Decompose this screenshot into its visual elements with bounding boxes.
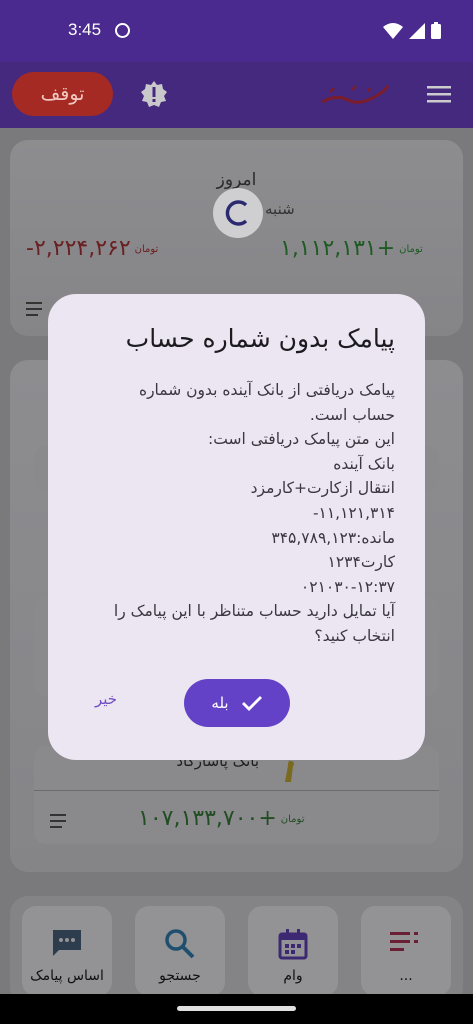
details-list-icon[interactable] <box>50 814 70 828</box>
today-label: امروز <box>216 170 257 190</box>
nav-sms-base[interactable]: اساس پیامک <box>22 906 112 996</box>
dialog-body: پیامک دریافتی از بانک آینده بدون شماره ح… <box>75 378 395 649</box>
loading-spinner-icon <box>213 188 263 238</box>
dialog-line: ۱۱,۱۲۱,۳۱۴- <box>312 503 395 522</box>
signal-icon <box>409 22 425 39</box>
dialog-line: پیامک دریافتی از بانک آینده بدون شماره <box>138 381 395 399</box>
dialog-line: بانک آینده <box>333 454 395 473</box>
nav-label: وام <box>283 968 303 984</box>
dialog-title: پیامک بدون شماره حساب <box>125 324 395 353</box>
home-gesture-handle[interactable] <box>177 1006 296 1011</box>
weekday-label: شنبه <box>265 200 295 218</box>
no-button[interactable]: خیر <box>88 690 124 716</box>
nav-search[interactable]: جستجو <box>135 906 225 996</box>
bottom-nav: اساس پیامک جستجو وام ... <box>10 896 463 1006</box>
wifi-icon <box>383 22 403 39</box>
income-amount: تومان+۱,۱۱۲,۱۳۱ <box>280 236 427 261</box>
dialog-line: حساب است. <box>309 405 395 424</box>
menu-icon[interactable] <box>427 84 451 104</box>
divider <box>34 790 439 791</box>
expense-currency: تومان <box>134 243 159 255</box>
dialog-line: آیا تمایل دارید حساب متناظر با این پیامک… <box>113 602 395 621</box>
dialog-line: انتقال ازکارت+کارمزد <box>250 479 395 498</box>
details-list-icon[interactable] <box>26 302 46 316</box>
dialog-line: مانده:۳۴۵,۷۸۹,۱۲۳ <box>271 528 395 547</box>
nav-label: اساس پیامک <box>30 968 104 984</box>
system-nav-bar <box>0 994 473 1024</box>
bank-logo-icon <box>285 760 294 782</box>
status-icons <box>383 22 441 39</box>
yes-button[interactable]: بله <box>184 679 290 727</box>
dialog-line: این متن پیامک دریافتی است: <box>208 430 395 449</box>
bank-amount-value: +۱۰۷,۱۳۳,۷۰۰ <box>138 806 277 831</box>
dialog-line: ۰۲۱۰۳۰-۱۲:۳۷ <box>300 577 395 596</box>
notification-icon <box>115 23 130 38</box>
bank-account-item[interactable]: بانک پاسارگاد تومان+۱۰۷,۱۳۳,۷۰۰ <box>34 746 439 844</box>
status-bar: 3:45 <box>0 0 473 62</box>
battery-icon <box>431 22 441 39</box>
nav-label: جستجو <box>159 968 201 984</box>
status-time: 3:45 <box>68 20 102 39</box>
app-logo <box>321 85 390 104</box>
check-icon <box>241 696 262 711</box>
dialog-line: کارت۱۲۳۴ <box>327 553 396 572</box>
message-icon <box>53 930 81 956</box>
bank-amount: تومان+۱۰۷,۱۳۳,۷۰۰ <box>138 806 308 831</box>
income-currency: تومان <box>399 243 423 255</box>
income-value: +۱,۱۱۲,۱۳۱ <box>280 236 396 261</box>
bank-currency: تومان <box>280 813 305 825</box>
expense-value: -۲,۲۲۴,۲۶۲ <box>26 236 131 261</box>
nav-label: ... <box>399 968 413 984</box>
stop-button[interactable]: توقف <box>12 72 113 116</box>
search-icon <box>165 929 195 959</box>
nav-loan[interactable]: وام <box>248 906 338 996</box>
calendar-icon <box>278 929 308 960</box>
alert-badge-icon[interactable] <box>140 80 168 108</box>
expense-amount: -۲,۲۲۴,۲۶۲ تومان <box>26 236 162 261</box>
nav-more[interactable]: ... <box>361 906 451 996</box>
yes-label: بله <box>211 694 229 712</box>
app-bar: توقف <box>0 62 473 128</box>
dialog-line: انتخاب کنید؟ <box>314 626 395 645</box>
list-icon <box>390 932 418 951</box>
sms-dialog: پیامک بدون شماره حساب پیامک دریافتی از ب… <box>48 294 425 760</box>
